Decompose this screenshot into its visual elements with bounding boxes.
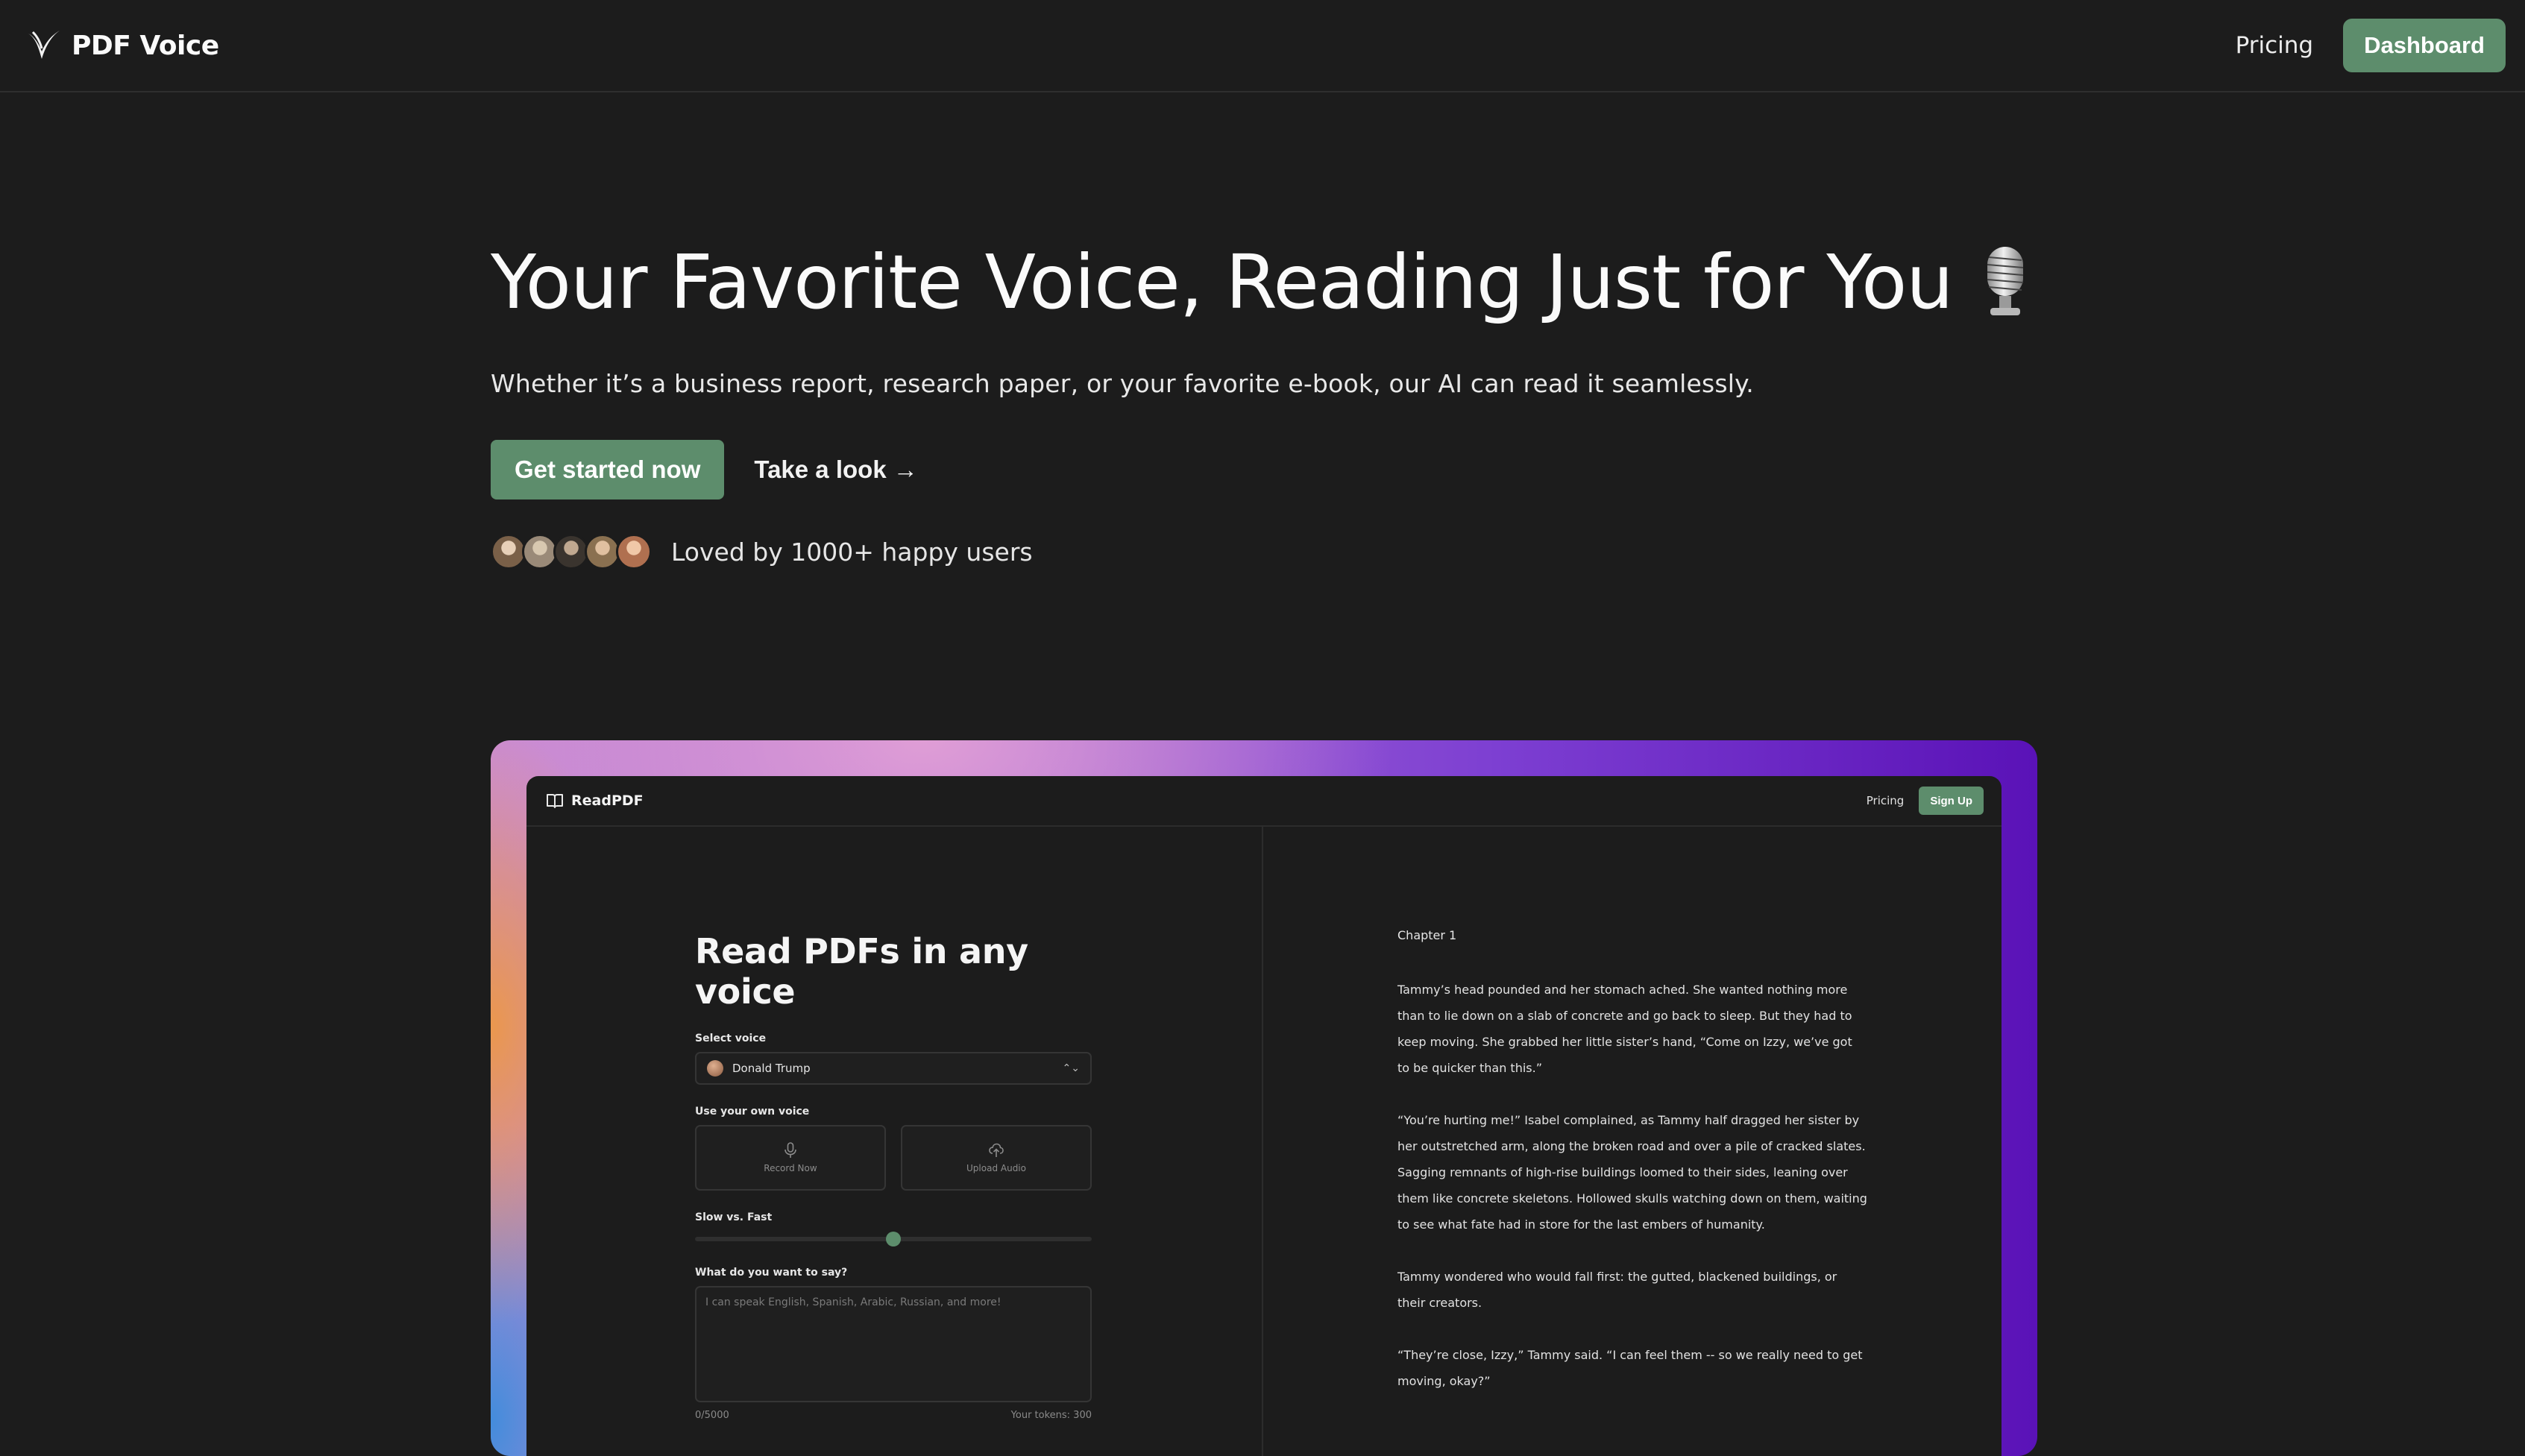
quill-logo-icon (28, 31, 60, 59)
brand-logo[interactable]: PDF Voice (25, 29, 219, 62)
reader-panel: Chapter 1 Tammy’s head pounded and her s… (1263, 827, 2002, 1456)
top-nav: PDF Voice Pricing Dashboard (0, 0, 2525, 92)
dashboard-button[interactable]: Dashboard (2343, 19, 2506, 72)
own-voice-options: Record Now Upload Audio (695, 1125, 1092, 1191)
upload-audio-button[interactable]: Upload Audio (901, 1125, 1092, 1191)
preview-nav-actions: Pricing Sign Up (1867, 787, 1984, 815)
voice-avatar (707, 1060, 723, 1077)
cta-row: Get started now Take a look → (491, 440, 2057, 499)
voice-form-panel: Read PDFs in any voice Select voice Dona… (526, 827, 1263, 1456)
say-label: What do you want to say? (695, 1267, 848, 1279)
preview-signup-button[interactable]: Sign Up (1919, 787, 1984, 815)
get-started-button[interactable]: Get started now (491, 440, 725, 499)
preview-heading: Read PDFs in any voice (695, 931, 1028, 1012)
hero-section: Your Favorite Voice, Reading Just for Yo… (491, 239, 2057, 570)
microphone-icon (784, 1142, 796, 1158)
upload-cloud-icon (989, 1143, 1004, 1157)
microphone-icon (1987, 246, 2023, 315)
speed-slider[interactable] (695, 1231, 1092, 1247)
slider-thumb[interactable] (886, 1232, 901, 1247)
reader-text: Chapter 1 Tammy’s head pounded and her s… (1397, 928, 1867, 1420)
hero-subtitle: Whether it’s a business report, research… (491, 369, 1754, 398)
reader-paragraph: “They’re close, Izzy,” Tammy said. “I ca… (1397, 1348, 1863, 1388)
avatar (585, 534, 620, 570)
preview-brand: ReadPDF (546, 792, 644, 809)
product-showcase: ReadPDF Pricing Sign Up Read PDFs in any… (491, 740, 2037, 1456)
upload-audio-label: Upload Audio (966, 1163, 1026, 1173)
voice-select[interactable]: Donald Trump ⌃⌄ (695, 1052, 1092, 1085)
take-a-look-link[interactable]: Take a look → (754, 456, 917, 484)
say-textarea[interactable] (695, 1286, 1092, 1402)
social-proof: Loved by 1000+ happy users (491, 534, 2057, 570)
speed-label: Slow vs. Fast (695, 1211, 773, 1223)
hero-title-text: Your Favorite Voice, Reading Just for Yo… (491, 239, 1954, 326)
reader-paragraph: “You’re hurting me!” Isabel complained, … (1397, 1113, 1867, 1232)
avatar (522, 534, 558, 570)
preview-nav: ReadPDF Pricing Sign Up (526, 776, 2002, 827)
record-now-button[interactable]: Record Now (695, 1125, 886, 1191)
preview-pricing-link[interactable]: Pricing (1867, 794, 1905, 807)
social-proof-text: Loved by 1000+ happy users (671, 537, 1033, 567)
reader-paragraph: Tammy’s head pounded and her stomach ach… (1397, 983, 1852, 1075)
preview-brand-name: ReadPDF (571, 792, 644, 809)
preview-body: Read PDFs in any voice Select voice Dona… (526, 827, 2002, 1456)
selected-voice: Donald Trump (732, 1062, 811, 1075)
book-icon (547, 794, 563, 808)
select-voice-label: Select voice (695, 1033, 767, 1044)
app-preview-screen: ReadPDF Pricing Sign Up Read PDFs in any… (526, 776, 2002, 1456)
chevron-up-down-icon: ⌃⌄ (1062, 1062, 1080, 1074)
user-avatars (491, 534, 652, 570)
avatar (616, 534, 652, 570)
reader-paragraph: Tammy wondered who would fall first: the… (1397, 1270, 1837, 1310)
nav-actions: Pricing Dashboard (2236, 19, 2506, 72)
avatar (553, 534, 589, 570)
avatar (491, 534, 526, 570)
brand-name: PDF Voice (72, 30, 219, 61)
nav-pricing-link[interactable]: Pricing (2236, 32, 2314, 59)
voice-form: Read PDFs in any voice Select voice Dona… (695, 931, 1092, 1421)
own-voice-label: Use your own voice (695, 1106, 810, 1118)
record-now-label: Record Now (764, 1163, 817, 1173)
chapter-title: Chapter 1 (1397, 928, 1457, 942)
hero-title: Your Favorite Voice, Reading Just for Yo… (491, 239, 2057, 326)
